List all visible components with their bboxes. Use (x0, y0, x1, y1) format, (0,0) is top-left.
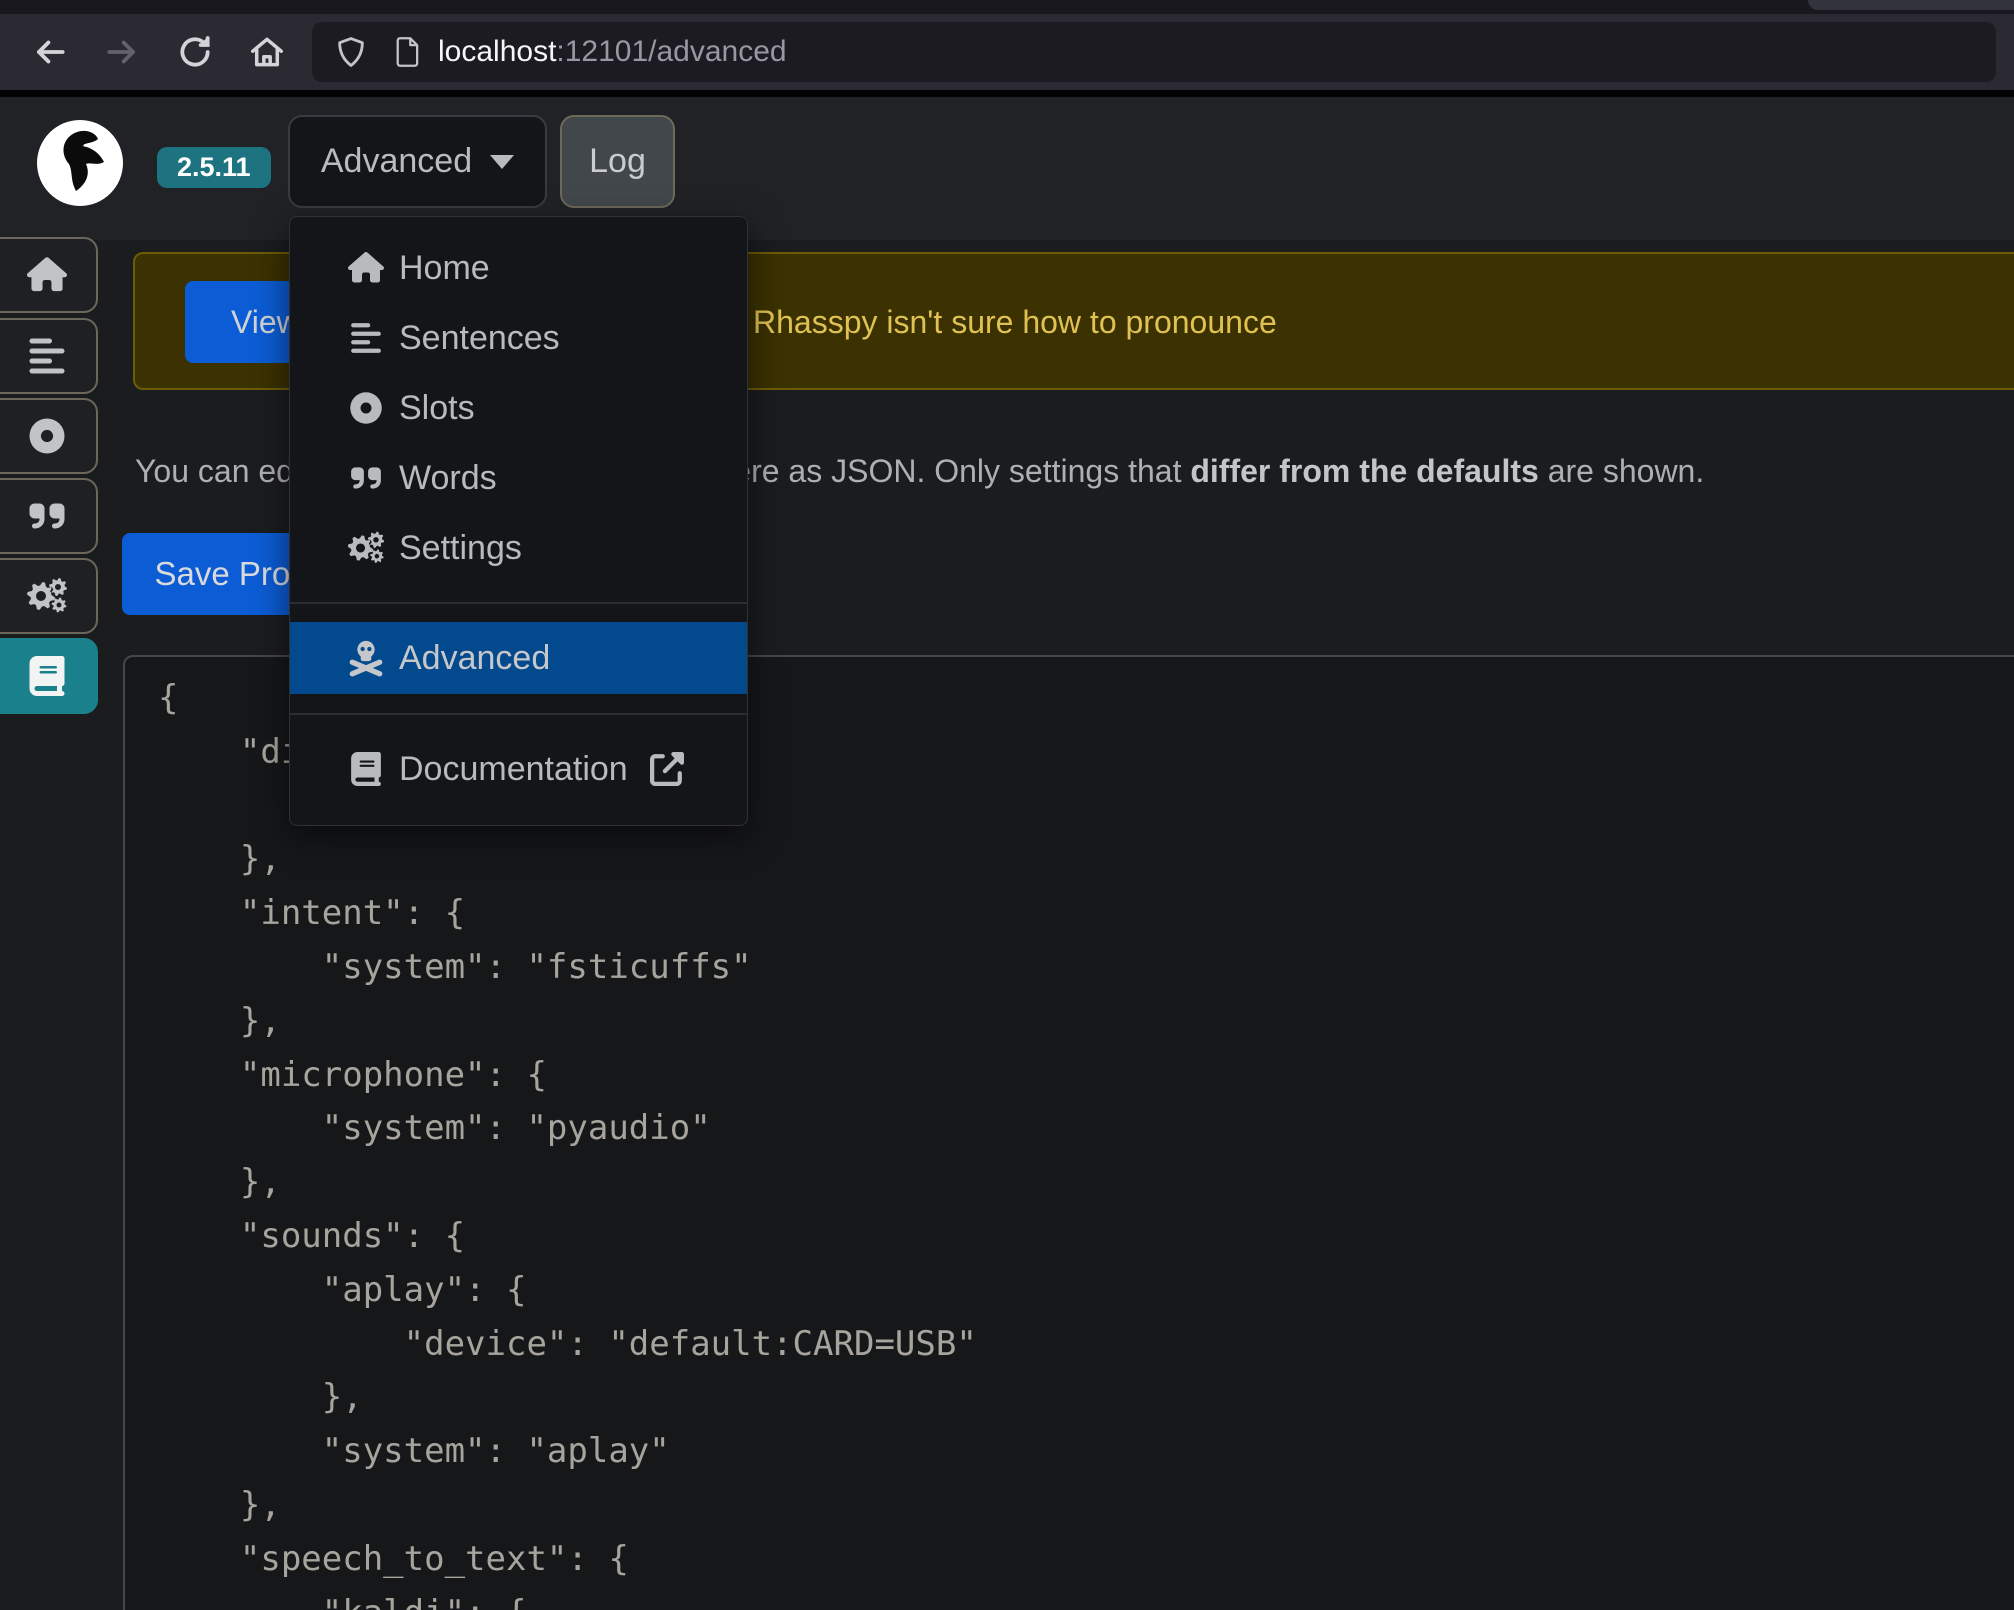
menu-item-home[interactable]: Home (290, 233, 747, 303)
home-icon[interactable] (243, 28, 291, 76)
menu-item-label: Documentation (399, 750, 628, 789)
sidebar-item-slots[interactable] (0, 398, 98, 474)
menu-item-sentences[interactable]: Sentences (290, 303, 747, 373)
browser-top-strip (0, 0, 2014, 14)
slots-circle-icon (27, 416, 67, 456)
menu-item-label: Sentences (399, 319, 560, 358)
page-icon[interactable] (392, 36, 424, 68)
menu-item-documentation[interactable]: Documentation (290, 734, 747, 804)
back-icon[interactable] (26, 28, 74, 76)
browser-tab-fragment[interactable] (1808, 0, 2014, 10)
sidebar-item-words[interactable] (0, 478, 98, 554)
menu-item-label: Slots (399, 389, 475, 428)
sidebar-item-sentences[interactable] (0, 318, 98, 394)
settings-gears-icon (346, 529, 386, 567)
menu-item-settings[interactable]: Settings (290, 513, 747, 583)
log-button[interactable]: Log (560, 115, 675, 208)
menu-item-label: Words (399, 459, 497, 498)
menu-divider (290, 713, 747, 715)
home-icon (346, 250, 386, 286)
url-host: localhost (438, 35, 556, 68)
external-link-icon (650, 752, 684, 786)
intro-text-bold: differ from the defaults (1190, 453, 1538, 489)
menu-item-advanced-selected[interactable]: Advanced (290, 622, 747, 694)
menu-item-slots[interactable]: Slots (290, 373, 747, 443)
skull-crossbones-icon (346, 639, 386, 677)
words-quotes-icon (27, 496, 67, 536)
warning-message: Rhasspy isn't sure how to pronounce (753, 304, 1277, 341)
rhasspy-page: 2.5.11 Advanced Log View Rhasspy isn't s… (0, 97, 2014, 1610)
shield-icon[interactable] (334, 35, 368, 69)
url-text: localhost:12101/advanced (438, 35, 787, 69)
sidebar-item-settings[interactable] (0, 558, 98, 634)
rhasspy-mascot-icon (37, 120, 123, 206)
profile-dropdown-button[interactable]: Advanced (288, 115, 547, 208)
version-badge: 2.5.11 (157, 147, 271, 188)
rhasspy-logo[interactable] (37, 120, 123, 206)
intro-text-post: are shown. (1539, 453, 1704, 489)
reload-icon[interactable] (171, 28, 219, 76)
menu-item-label: Home (399, 249, 490, 288)
forward-icon[interactable] (98, 28, 146, 76)
profile-dropdown-label: Advanced (321, 142, 472, 181)
menu-item-label: Advanced (399, 639, 550, 678)
home-icon (27, 255, 67, 295)
menu-divider (290, 602, 747, 604)
sentences-lines-icon (27, 336, 67, 376)
navigation-dropdown-menu: Home Sentences Slots Words Settings (289, 216, 748, 826)
words-quotes-icon (346, 461, 386, 495)
chevron-down-icon (490, 155, 514, 169)
menu-item-label: Settings (399, 529, 522, 568)
slots-circle-icon (346, 390, 386, 426)
book-icon (346, 752, 386, 786)
sidebar-item-home[interactable] (0, 237, 98, 313)
url-bar[interactable]: localhost:12101/advanced (312, 22, 1996, 82)
log-button-label: Log (589, 142, 646, 181)
sidebar-item-advanced-active[interactable] (0, 638, 98, 714)
url-path: :12101/advanced (556, 35, 786, 68)
book-icon (27, 656, 67, 696)
settings-gears-icon (25, 576, 69, 616)
chrome-separator (0, 90, 2014, 97)
sentences-lines-icon (346, 321, 386, 355)
menu-item-words[interactable]: Words (290, 443, 747, 513)
browser-toolbar: localhost:12101/advanced (0, 14, 2014, 90)
